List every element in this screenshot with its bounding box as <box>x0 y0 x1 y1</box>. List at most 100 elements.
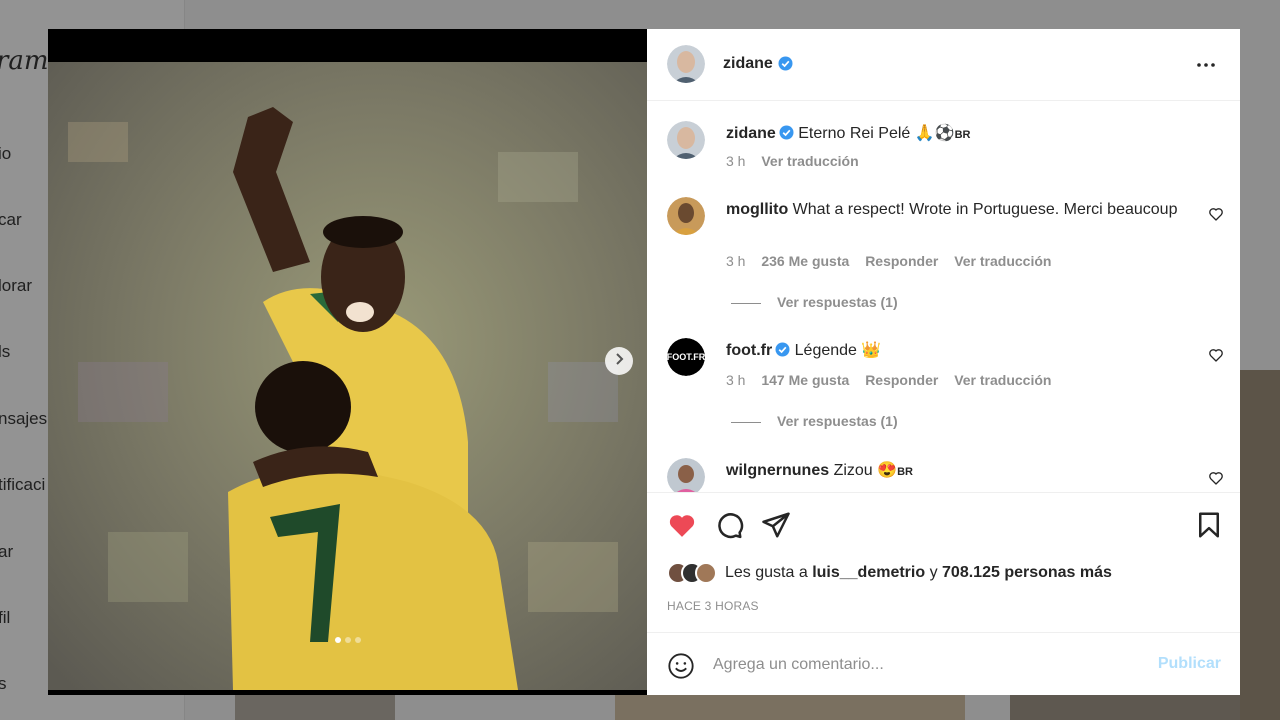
commenter-avatar[interactable]: FOOT.FR <box>667 338 705 376</box>
carousel-dot <box>344 637 351 643</box>
comment-meta: 3 h 147 Me gusta Responder Ver traducció… <box>726 372 1063 388</box>
send-icon <box>762 512 790 538</box>
background-nav-item: fil <box>0 608 11 627</box>
more-options-button[interactable] <box>1194 53 1218 82</box>
post-header: zidane <box>647 29 1240 101</box>
author-avatar[interactable] <box>667 45 705 83</box>
translate-link[interactable]: Ver traducción <box>954 372 1051 388</box>
carousel-dot <box>354 637 361 643</box>
caption-meta: 3 h Ver traducción <box>726 153 871 169</box>
comment-item: mogllito What a respect! Wrote in Portug… <box>647 197 1240 317</box>
background-nav-item: tificaci <box>0 475 46 494</box>
comment-like-button[interactable] <box>1208 470 1224 486</box>
heart-outline-icon <box>1209 349 1223 362</box>
background-post-tile <box>235 695 395 720</box>
background-nav-item: car <box>0 210 22 229</box>
replies-divider <box>731 302 761 304</box>
comment-likes-count[interactable]: 236 Me gusta <box>761 253 849 269</box>
comment-button[interactable] <box>714 510 744 540</box>
likes-prefix: Les gusta a <box>725 564 808 581</box>
background-post-tile <box>615 695 965 720</box>
view-replies-button[interactable]: Ver respuestas (1) <box>731 413 898 429</box>
comment-likes-count[interactable]: 147 Me gusta <box>761 372 849 388</box>
translate-link[interactable]: Ver traducción <box>954 253 1051 269</box>
verified-badge-icon <box>778 56 793 76</box>
background-logo: ram <box>0 46 49 76</box>
comment-composer: Publicar <box>647 632 1240 695</box>
comment-time: 3 h <box>726 253 746 269</box>
post-photo <box>48 62 647 690</box>
heart-filled-icon <box>669 515 695 537</box>
comment-meta: 3 h 236 Me gusta Responder Ver traducció… <box>726 253 1063 269</box>
comment-like-button[interactable] <box>1208 347 1224 363</box>
comment-like-button[interactable] <box>1208 206 1224 222</box>
chevron-right-icon <box>613 352 625 370</box>
replies-divider <box>731 421 761 423</box>
carousel-dots <box>48 637 647 643</box>
comment-text: foot.fr Légende 👑 <box>726 340 1196 364</box>
view-replies-label: Ver respuestas (1) <box>777 294 898 310</box>
background-nav-item: s <box>0 674 7 693</box>
likes-count[interactable]: 708.125 personas más <box>942 564 1112 582</box>
caption-text: zidane Eterno Rei Pelé 🙏⚽BR <box>726 123 1196 147</box>
liker-username[interactable]: luis__demetrio <box>812 564 925 582</box>
flag-br-icon: BR <box>897 466 913 478</box>
heart-outline-icon <box>1209 208 1223 221</box>
post-detail-panel: zidane zidane Eterno Rei Pelé 🙏⚽BR 3 h V… <box>647 29 1240 695</box>
author-avatar[interactable] <box>667 121 705 159</box>
comment-input[interactable] <box>713 651 1143 679</box>
reply-button[interactable]: Responder <box>865 253 938 269</box>
caption-body: Eterno Rei Pelé 🙏⚽ <box>798 125 955 142</box>
comment-text: wilgnernunes Zizou 😍BR <box>726 460 1196 483</box>
verified-badge-icon <box>775 342 790 364</box>
svg-text:FOOT.FR: FOOT.FR <box>667 352 705 362</box>
like-button[interactable] <box>667 510 697 540</box>
view-replies-button[interactable]: Ver respuestas (1) <box>731 294 898 310</box>
more-horizontal-icon <box>1194 63 1218 81</box>
comment-body: What a respect! Wrote in Portuguese. Mer… <box>792 201 1178 218</box>
commenter-avatar[interactable] <box>667 197 705 235</box>
commenter-username[interactable]: wilgnernunes <box>726 462 829 479</box>
caption-translate-link[interactable]: Ver traducción <box>761 153 858 169</box>
background-nav-item: lorar <box>0 276 33 295</box>
comment-time: 3 h <box>726 372 746 388</box>
heart-outline-icon <box>1209 472 1223 485</box>
background-nav-item: nsajes <box>0 409 48 428</box>
emoji-icon <box>668 653 694 679</box>
background-post-tile <box>1010 695 1240 720</box>
flag-br-icon: BR <box>954 129 971 141</box>
share-button[interactable] <box>761 510 791 540</box>
comment-item: wilgnernunes Zizou 😍BR <box>647 458 1240 492</box>
likes-joiner: y <box>929 564 938 581</box>
view-replies-label: Ver respuestas (1) <box>777 413 898 429</box>
background-post-tile <box>1240 370 1280 720</box>
reply-button[interactable]: Responder <box>865 372 938 388</box>
comment-body: Zizou 😍 <box>833 462 898 479</box>
comment-body: Légende 👑 <box>794 342 882 359</box>
post-image-pane <box>48 29 647 695</box>
comment-text: mogllito What a respect! Wrote in Portug… <box>726 199 1196 221</box>
author-username[interactable]: zidane <box>723 55 773 73</box>
next-image-button[interactable] <box>605 347 633 375</box>
background-nav-item: ar <box>0 542 14 561</box>
bookmark-icon <box>1199 512 1219 538</box>
caption: zidane Eterno Rei Pelé 🙏⚽BR 3 h Ver trad… <box>647 121 1240 181</box>
caption-time: 3 h <box>726 153 746 169</box>
comment-item: FOOT.FR foot.fr Légende 👑 3 h 147 Me gus… <box>647 338 1240 448</box>
comment-icon <box>718 513 744 539</box>
commenter-username[interactable]: mogllito <box>726 201 788 218</box>
likes-summary: Les gusta a luis__demetrio y 708.125 per… <box>667 562 1112 584</box>
carousel-dot-active <box>334 637 341 643</box>
post-timestamp: HACE 3 HORAS <box>667 599 759 613</box>
publish-button[interactable]: Publicar <box>1158 655 1221 673</box>
background-nav-item: io <box>0 144 12 163</box>
post-actions: Les gusta a luis__demetrio y 708.125 per… <box>647 492 1240 632</box>
emoji-button[interactable] <box>667 652 695 680</box>
verified-badge-icon <box>779 125 794 147</box>
background-nav-item: ls <box>0 342 11 361</box>
save-button[interactable] <box>1194 510 1224 540</box>
commenter-username[interactable]: foot.fr <box>726 342 772 359</box>
commenter-avatar[interactable] <box>667 458 705 492</box>
liker-avatar <box>695 562 717 584</box>
caption-username[interactable]: zidane <box>726 125 776 142</box>
